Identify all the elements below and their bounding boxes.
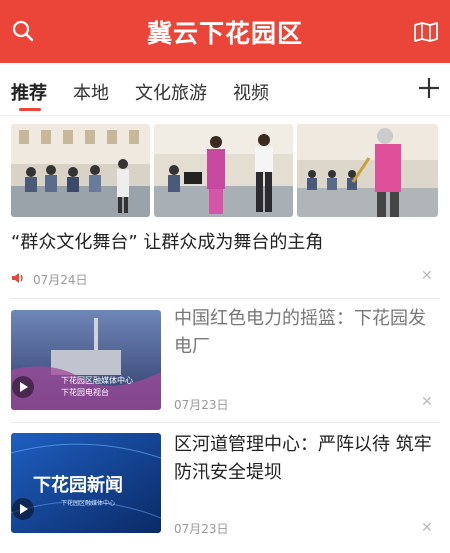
news-date: 07月23日: [174, 522, 229, 536]
map-icon[interactable]: [414, 22, 438, 42]
tab-culture-tourism[interactable]: 文化旅游: [135, 79, 207, 105]
news-date: 07月24日: [33, 273, 88, 287]
news-title[interactable]: 区河道管理中心：严阵以待 筑牢防汛安全堤坝: [174, 431, 439, 487]
play-icon[interactable]: [12, 498, 34, 520]
top-bar: 冀云下花园区: [0, 0, 450, 63]
news-photo: [297, 124, 438, 217]
news-date: 07月23日: [174, 398, 229, 412]
play-icon[interactable]: [12, 376, 34, 398]
news-photo: [154, 124, 293, 217]
tab-bar: 推荐 本地 文化旅游 视频: [0, 63, 450, 115]
news-item[interactable]: “群众文化舞台” 让群众成为舞台的主角 07月24日 ✕: [0, 116, 450, 297]
tab-recommend[interactable]: 推荐: [11, 79, 47, 105]
news-item[interactable]: 下花园新闻 下花园区融媒体中心 区河道管理中心：严阵以待 筑牢防汛安全堤坝 07…: [0, 423, 450, 553]
active-tab-indicator: [19, 108, 41, 111]
news-thumbnail: 下花园新闻 下花园区融媒体中心: [11, 433, 161, 533]
close-icon[interactable]: ✕: [421, 520, 433, 536]
news-title[interactable]: “群众文化舞台” 让群众成为舞台的主角: [11, 228, 323, 254]
search-icon[interactable]: [12, 20, 34, 42]
svg-text:下花园电视台: 下花园电视台: [61, 387, 109, 397]
plus-icon[interactable]: [418, 77, 440, 99]
tab-video[interactable]: 视频: [233, 79, 269, 105]
svg-text:下花园新闻: 下花园新闻: [33, 474, 123, 495]
svg-text:下花园区融媒体中心: 下花园区融媒体中心: [61, 375, 133, 385]
speaker-icon[interactable]: [11, 272, 25, 284]
news-item[interactable]: 下花园区融媒体中心 下花园电视台 中国红色电力的摇篮：下花园发电厂 07月23日…: [0, 299, 450, 429]
news-photo: [11, 124, 150, 217]
close-icon[interactable]: ✕: [421, 394, 433, 410]
tab-local[interactable]: 本地: [73, 79, 109, 105]
news-title[interactable]: 中国红色电力的摇篮：下花园发电厂: [174, 305, 439, 361]
close-icon[interactable]: ✕: [421, 268, 433, 284]
app-title: 冀云下花园区: [146, 18, 303, 48]
svg-text:下花园区融媒体中心: 下花园区融媒体中心: [61, 499, 115, 507]
news-thumbnail: 下花园区融媒体中心 下花园电视台: [11, 310, 161, 410]
